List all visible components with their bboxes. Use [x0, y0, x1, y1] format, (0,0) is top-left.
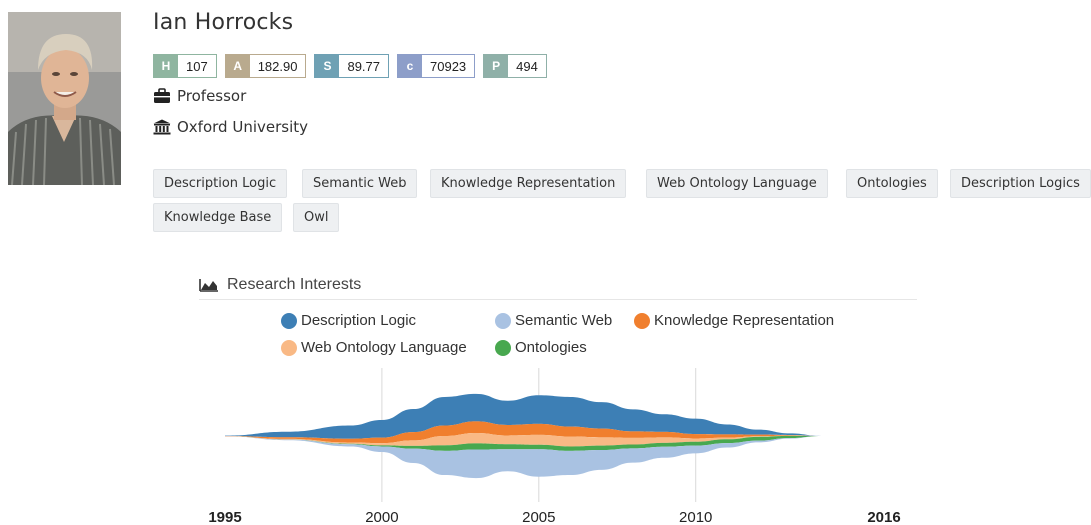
- research-streamgraph: 1995 2000 2005 2010 2016: [208, 368, 901, 525]
- x-tick-label: 2005: [522, 509, 555, 525]
- x-tick-label: 1995: [208, 509, 241, 525]
- x-tick-label: 2016: [867, 509, 900, 525]
- x-tick-label: 2000: [365, 509, 398, 525]
- x-tick-label: 2010: [679, 509, 712, 525]
